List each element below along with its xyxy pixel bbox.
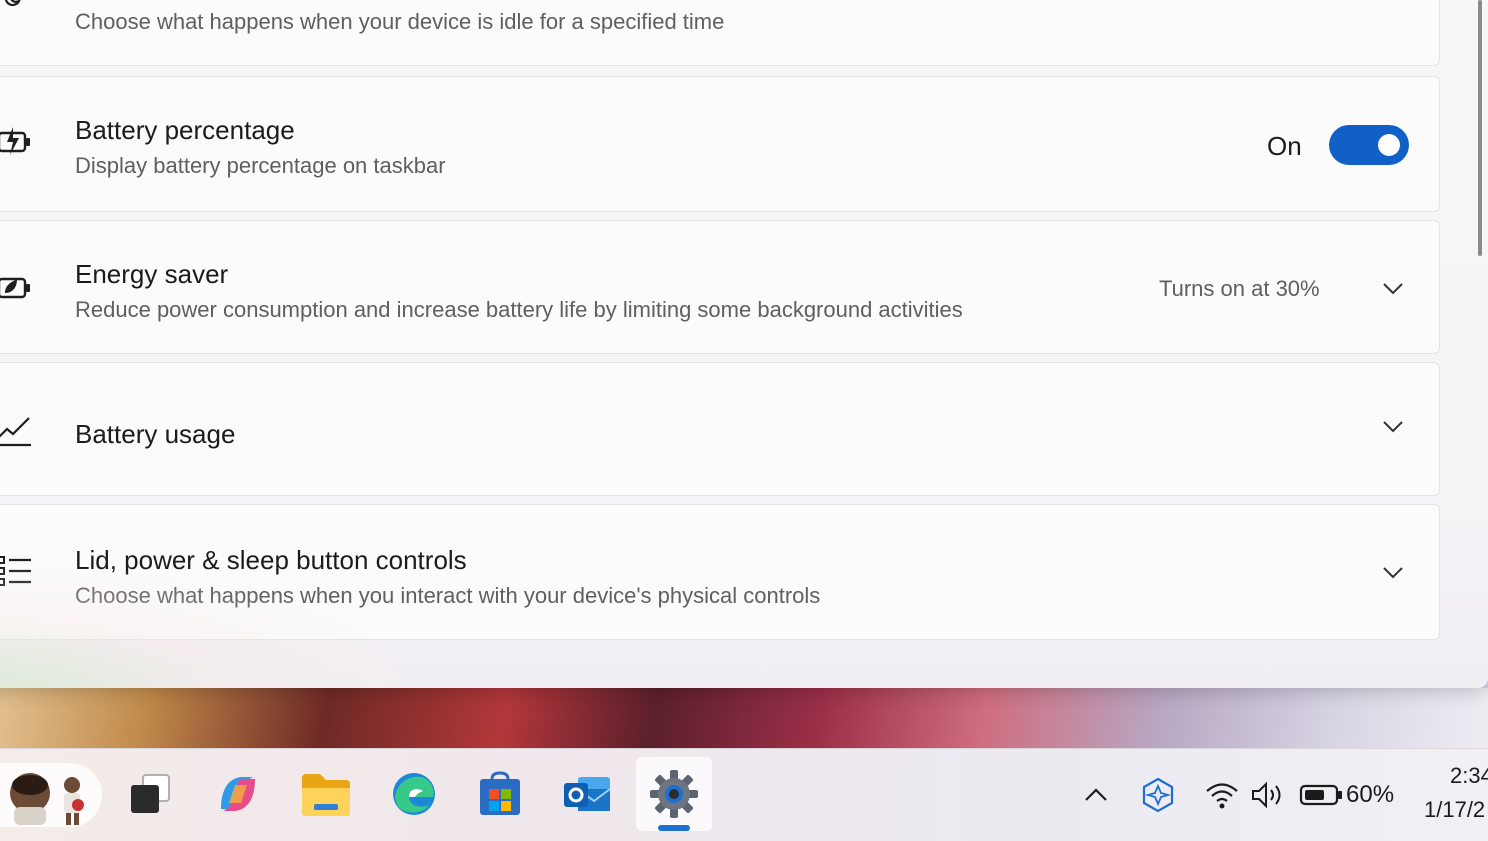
- edge-icon: [393, 773, 435, 815]
- clock-time[interactable]: 2:34: [1450, 763, 1488, 789]
- outlook-icon: [564, 777, 611, 811]
- clock-date[interactable]: 1/17/2: [1424, 797, 1485, 823]
- chevron-down-icon[interactable]: [1377, 557, 1409, 589]
- show-hidden-icons-chevron-up-icon[interactable]: [1078, 777, 1114, 813]
- chevron-down-icon[interactable]: [1377, 0, 1409, 7]
- chevron-down-icon[interactable]: [1377, 411, 1409, 443]
- sleep-card-description: Choose what happens when your device is …: [75, 9, 725, 34]
- lid-power-sleep-card[interactable]: Lid, power & sleep button controls Choos…: [0, 504, 1440, 640]
- copilot-icon: [221, 777, 255, 811]
- copilot-key-icon[interactable]: [1140, 777, 1176, 813]
- usage-graph-icon: [0, 409, 35, 449]
- chevron-down-icon[interactable]: [1377, 273, 1409, 305]
- store-button[interactable]: [462, 757, 538, 831]
- energy-saver-description: Reduce power consumption and increase ba…: [75, 297, 963, 322]
- energy-saver-icon: [0, 267, 35, 307]
- battery-percentage-description: Display battery percentage on taskbar: [75, 153, 446, 178]
- lid-power-sleep-description: Choose what happens when you interact wi…: [75, 583, 821, 608]
- energy-saver-card[interactable]: Energy saver Reduce power consumption an…: [0, 220, 1440, 354]
- outlook-button[interactable]: [550, 757, 626, 831]
- news-widget-icon: [10, 773, 84, 825]
- edge-button[interactable]: [376, 757, 452, 831]
- settings-window: Choose what happens when your device is …: [0, 0, 1488, 688]
- lid-power-sleep-title: Lid, power & sleep button controls: [75, 545, 467, 575]
- battery-percentage-card[interactable]: Battery percentage Display battery perce…: [0, 76, 1440, 212]
- task-view-icon: [131, 774, 170, 813]
- battery-charging-icon: [0, 121, 35, 161]
- battery-percentage-title: Battery percentage: [75, 115, 295, 145]
- widgets-button[interactable]: [0, 763, 102, 827]
- settings-gear-icon: [650, 770, 698, 818]
- energy-saver-title: Energy saver: [75, 259, 229, 289]
- scrollbar-thumb[interactable]: [1478, 0, 1482, 256]
- copilot-button[interactable]: [200, 757, 276, 831]
- task-view-button[interactable]: [112, 757, 188, 831]
- battery-icon[interactable]: [1298, 777, 1344, 813]
- toggle-knob: [1378, 134, 1400, 156]
- file-explorer-icon: [302, 774, 350, 816]
- battery-percentage-toggle[interactable]: [1329, 125, 1409, 165]
- wifi-icon[interactable]: [1204, 777, 1240, 813]
- taskbar: 60% 2:34 1/17/2: [0, 748, 1488, 841]
- active-app-indicator: [658, 825, 690, 831]
- sleep-moon-icon: [0, 0, 35, 19]
- battery-percent-label[interactable]: 60%: [1346, 781, 1394, 809]
- screen-sleep-card[interactable]: Choose what happens when your device is …: [0, 0, 1440, 66]
- toggle-state-label: On: [1267, 131, 1302, 161]
- power-controls-list-icon: [0, 551, 35, 591]
- energy-saver-value: Turns on at 30%: [1159, 276, 1320, 301]
- battery-usage-title: Battery usage: [75, 419, 236, 449]
- file-explorer-button[interactable]: [288, 757, 364, 831]
- wallpaper-swirl: [0, 688, 1488, 750]
- volume-icon[interactable]: [1250, 777, 1286, 813]
- battery-usage-card[interactable]: Battery usage: [0, 362, 1440, 496]
- store-icon: [480, 771, 520, 815]
- settings-button[interactable]: [636, 757, 712, 831]
